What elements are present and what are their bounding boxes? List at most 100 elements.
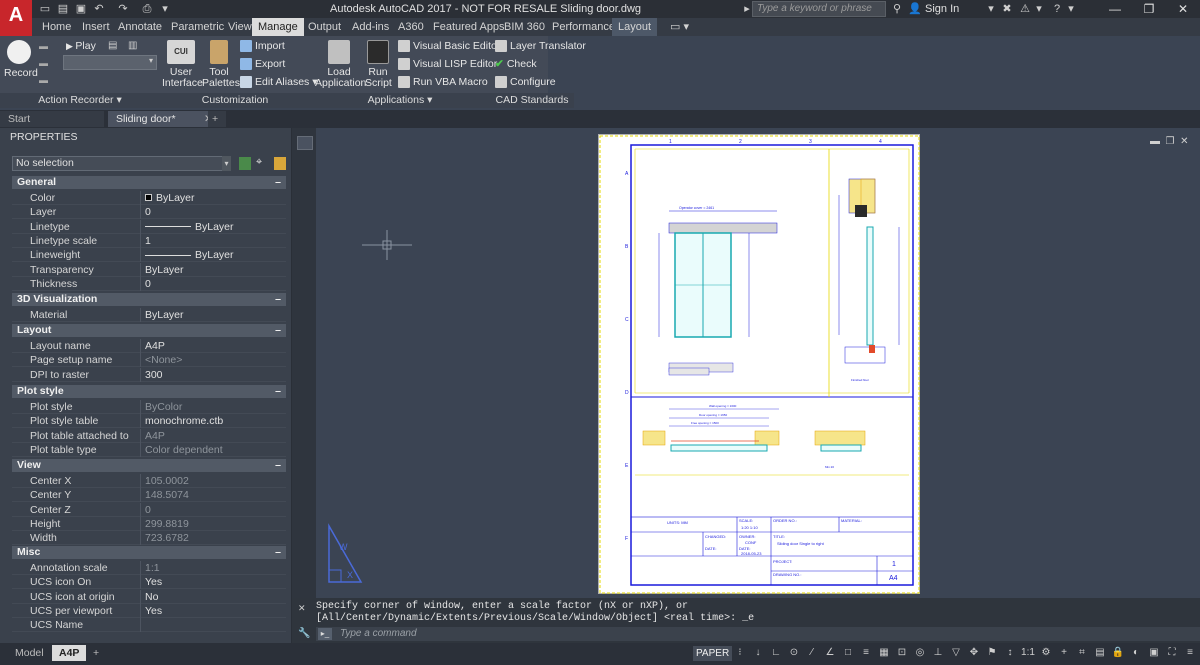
selection-cycling-icon[interactable]: ⊡ <box>895 646 909 660</box>
lock-ui-icon[interactable]: 🔒 <box>1111 646 1125 660</box>
property-row[interactable]: Page setup name <None> <box>12 353 286 368</box>
property-row[interactable]: UCS icon at origin No <box>12 589 286 604</box>
annotation-monitor-icon[interactable]: + <box>1057 646 1071 660</box>
quick-properties-icon[interactable]: ▤ <box>1093 646 1107 660</box>
user-icon[interactable]: 👤 <box>908 2 922 16</box>
tab-annotate[interactable]: Annotate <box>112 18 168 36</box>
collapse-icon[interactable]: – <box>275 385 281 398</box>
section-view[interactable]: View – <box>12 459 286 472</box>
property-row[interactable]: Layout name A4P <box>12 339 286 353</box>
workspace-icon[interactable]: ⚙ <box>1039 646 1053 660</box>
new-icon[interactable]: ▭ <box>38 3 52 15</box>
configure-button[interactable]: Configure <box>495 75 556 89</box>
property-row[interactable]: Plot style ByColor <box>12 400 286 414</box>
tab-layout[interactable]: Layout <box>612 18 658 36</box>
run-vba-button[interactable]: Run VBA Macro <box>398 75 488 89</box>
paper-space-toggle[interactable]: PAPER <box>693 646 733 661</box>
search-expand-icon[interactable]: ▸ <box>742 2 752 16</box>
layer-translator-button[interactable]: Layer Translator <box>495 39 586 53</box>
dynamic-ucs-icon[interactable]: ⊥ <box>931 646 945 660</box>
selection-filter-icon[interactable]: ▽ <box>949 646 963 660</box>
search-input[interactable]: Type a keyword or phrase <box>752 1 886 17</box>
property-row[interactable]: Plot table type Color dependent <box>12 442 286 457</box>
a360-dropdown-icon[interactable]: ▾ <box>1034 2 1044 16</box>
property-row[interactable]: Thickness 0 <box>12 276 286 291</box>
lisp-editor-button[interactable]: Visual LISP Editor <box>398 57 497 71</box>
hardware-accel-icon[interactable]: ▣ <box>1147 646 1161 660</box>
section-misc[interactable]: Misc – <box>12 546 286 559</box>
qa-dropdown-icon[interactable]: ▾ <box>158 3 172 15</box>
doc-tab-sliding-door[interactable]: Sliding door* <box>108 111 200 127</box>
tab-output[interactable]: Output <box>302 18 347 36</box>
tab-a360[interactable]: A360 <box>392 18 430 36</box>
save-icon[interactable]: ▣ <box>74 3 88 15</box>
property-row[interactable]: Layer 0 <box>12 205 286 220</box>
request-input-icon[interactable]: ▬ <box>39 75 51 85</box>
palette-icon[interactable] <box>297 136 313 150</box>
property-row[interactable]: Width 723.6782 <box>12 531 286 546</box>
collapse-icon[interactable]: – <box>275 293 281 306</box>
macro-dropdown[interactable]: ▾ <box>63 55 157 70</box>
maximize-button[interactable]: ❐ <box>1132 0 1166 18</box>
property-row[interactable]: Plot style table monochrome.ctb <box>12 414 286 429</box>
isodraft-icon[interactable]: ⁄ <box>805 646 819 660</box>
layout-tab-a4p[interactable]: A4P <box>52 645 87 661</box>
polar-icon[interactable]: ⊙ <box>787 646 801 660</box>
snap-icon[interactable]: ↓ <box>751 646 765 660</box>
property-row[interactable]: Center Z 0 <box>12 502 286 517</box>
section-plot[interactable]: Plot style – <box>12 385 286 398</box>
plot-icon[interactable]: ⎙ <box>140 3 154 15</box>
annotation-visibility-icon[interactable]: ⚑ <box>985 646 999 660</box>
tab-add-ins[interactable]: Add-ins <box>346 18 395 36</box>
property-row[interactable]: Color ByLayer <box>12 191 286 205</box>
wrench-icon[interactable]: 🔧 <box>298 628 310 639</box>
tab-overflow-icon[interactable]: ▭ ▾ <box>664 18 695 36</box>
tab-parametric[interactable]: Parametric <box>165 18 230 36</box>
panel-applications[interactable]: Applications ▾ <box>310 93 490 108</box>
macro2-icon[interactable]: ▥ <box>128 40 140 52</box>
open-icon[interactable]: ▤ <box>56 3 70 15</box>
property-row[interactable]: UCS per viewport Yes <box>12 603 286 618</box>
lineweight-icon[interactable]: ≡ <box>859 646 873 660</box>
help-icon[interactable]: ? <box>1050 2 1064 16</box>
check-button[interactable]: ✔ Check <box>495 57 537 71</box>
tool-palettes-button[interactable]: Tool Palettes <box>202 40 240 89</box>
property-row[interactable]: Center Y 148.5074 <box>12 488 286 503</box>
gizmo-icon[interactable]: ✥ <box>967 646 981 660</box>
close-command-line-icon[interactable]: ✕ <box>298 603 306 614</box>
a360-icon[interactable]: ⚠ <box>1018 2 1032 16</box>
paper-sheet[interactable]: 1 2 3 4 A B C D E F Operator cover = 2461 Finishe… <box>598 134 920 594</box>
command-input[interactable]: Type a command <box>316 627 1200 641</box>
isolate-icon[interactable]: ◐ <box>1129 646 1143 660</box>
property-row[interactable]: Linetype ByLayer <box>12 219 286 234</box>
property-row[interactable]: Center X 105.0002 <box>12 474 286 488</box>
transparency-icon[interactable]: ▦ <box>877 646 891 660</box>
record-button[interactable]: Record <box>4 40 38 79</box>
minimize-button[interactable]: — <box>1098 0 1132 18</box>
section-viz3d[interactable]: 3D Visualization – <box>12 293 286 306</box>
tab-home[interactable]: Home <box>36 18 77 36</box>
play-button[interactable]: ▶ Play <box>66 39 96 53</box>
tab-insert[interactable]: Insert <box>76 18 116 36</box>
collapse-icon[interactable]: – <box>275 324 281 337</box>
3d-osnap-icon[interactable]: ◎ <box>913 646 927 660</box>
command-prompt-icon[interactable]: ▸_ <box>318 628 332 640</box>
section-general[interactable]: General – <box>12 176 286 189</box>
property-row[interactable]: Transparency ByLayer <box>12 262 286 277</box>
model-tab[interactable]: Model <box>8 645 51 661</box>
property-row[interactable]: UCS icon On Yes <box>12 575 286 590</box>
property-row[interactable]: Plot table attached to A4P <box>12 428 286 443</box>
units-icon[interactable]: ⌗ <box>1075 646 1089 660</box>
selection-dropdown[interactable]: No selection <box>12 156 231 171</box>
property-row[interactable]: Lineweight ByLayer <box>12 248 286 263</box>
toggle-pickadd-icon[interactable] <box>239 157 251 170</box>
property-row[interactable]: DPI to raster 300 <box>12 367 286 382</box>
load-application-button[interactable]: Load Application <box>315 40 366 89</box>
help-dropdown-icon[interactable]: ▾ <box>1066 2 1076 16</box>
grid-icon[interactable]: ⁝ <box>733 646 747 660</box>
clean-screen-icon[interactable]: ⛶ <box>1165 646 1179 660</box>
new-layout-button[interactable]: + <box>86 645 106 661</box>
property-row[interactable]: Linetype scale 1 <box>12 233 286 248</box>
annotation-scale-icon[interactable]: 1:1 <box>1021 646 1035 660</box>
macro-icon[interactable]: ▤ <box>108 40 120 52</box>
